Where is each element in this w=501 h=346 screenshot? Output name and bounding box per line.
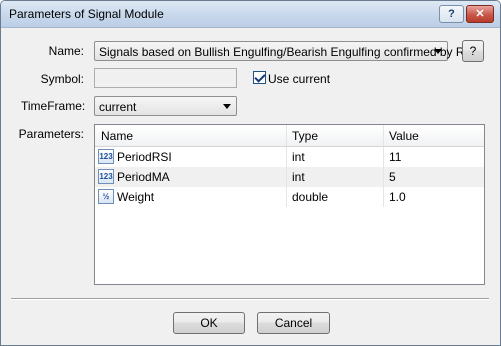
signal-name-value: Signals based on Bullish Engulfing/Beari… (99, 45, 476, 59)
footer-divider (11, 298, 489, 300)
param-value[interactable]: 5 (389, 170, 396, 184)
dialog-title: Parameters of Signal Module (9, 7, 164, 21)
ok-button[interactable]: OK (173, 312, 245, 334)
param-value[interactable]: 11 (389, 150, 401, 164)
integer-param-icon: 123 (98, 149, 114, 164)
cell-divider (383, 147, 384, 167)
name-label: Name: (48, 44, 84, 58)
column-divider[interactable] (383, 125, 384, 146)
cell-divider (286, 187, 287, 207)
param-name: Weight (117, 190, 155, 204)
close-button[interactable]: ✕ (466, 5, 494, 23)
titlebar-help-button[interactable]: ? (439, 5, 464, 23)
integer-param-icon: 123 (98, 169, 114, 184)
table-row[interactable]: ½ Weight double 1.0 (95, 187, 484, 207)
param-value[interactable]: 1.0 (389, 190, 406, 204)
param-name: PeriodRSI (117, 150, 172, 164)
column-header-type[interactable]: Type (292, 129, 318, 143)
table-header: Name Type Value (95, 125, 484, 147)
param-name: PeriodMA (117, 170, 170, 184)
column-header-name[interactable]: Name (101, 129, 133, 143)
use-current-checkbox[interactable] (253, 71, 266, 84)
cell-divider (286, 147, 287, 167)
checkmark-icon (254, 71, 266, 83)
use-current-label[interactable]: Use current (268, 72, 330, 86)
symbol-input[interactable] (94, 68, 237, 88)
timeframe-label: TimeFrame: (21, 99, 86, 113)
column-divider[interactable] (286, 125, 287, 146)
table-row[interactable]: 123 PeriodRSI int 11 (95, 147, 484, 167)
column-header-value[interactable]: Value (389, 129, 419, 143)
cell-divider (383, 187, 384, 207)
chevron-down-icon (223, 104, 231, 109)
signal-name-dropdown[interactable]: Signals based on Bullish Engulfing/Beari… (94, 41, 476, 61)
parameters-dialog: Parameters of Signal Module ? ✕ Name: Si… (0, 0, 501, 346)
param-type: double (292, 190, 329, 204)
symbol-label: Symbol: (40, 72, 84, 86)
param-type: int (292, 150, 305, 164)
double-param-icon: ½ (98, 189, 114, 204)
table-row[interactable]: 123 PeriodMA int 5 (95, 167, 484, 187)
timeframe-value: current (99, 100, 137, 114)
cancel-button[interactable]: Cancel (257, 312, 330, 334)
close-icon: ✕ (475, 8, 485, 20)
cell-divider (286, 167, 287, 187)
timeframe-dropdown[interactable]: current (94, 96, 237, 116)
param-type: int (292, 170, 305, 184)
cell-divider (383, 167, 384, 187)
parameters-label: Parameters: (18, 127, 84, 141)
title-bar[interactable]: Parameters of Signal Module ? ✕ (1, 1, 500, 28)
signal-help-button[interactable]: ? (462, 40, 484, 62)
chevron-down-icon (434, 49, 442, 54)
parameters-table[interactable]: Name Type Value 123 PeriodRSI int 11 123… (94, 124, 485, 285)
